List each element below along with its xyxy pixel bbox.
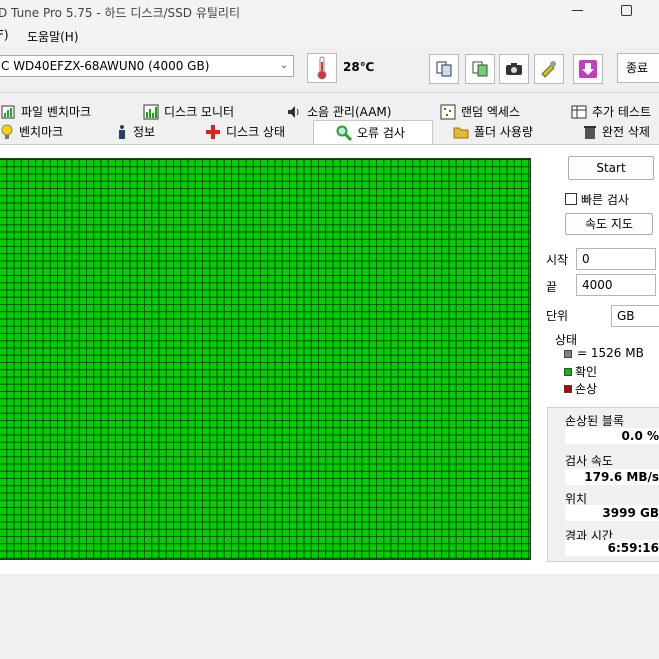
speed-map-button[interactable]: 속도 지도 [565,213,653,235]
tab-file-benchmark[interactable]: 파일 벤치마크 [0,103,91,120]
quick-scan-label: 빠른 검사 [581,193,629,207]
tab-erase[interactable]: 완전 삭제 [583,123,650,140]
elapsed-value: 6:59:16 [565,540,659,556]
start-field-label: 시작 [546,253,569,267]
minimize-icon[interactable] [572,10,583,11]
tab-error-scan[interactable]: 오류 검사 [313,120,433,144]
unit-select[interactable]: GB [611,305,659,327]
tab-label: 디스크 상태 [226,125,286,139]
legend-ok-swatch [564,368,572,376]
copy-text-button[interactable] [465,54,495,84]
tab-label: 디스크 모니터 [164,105,235,119]
menu-help[interactable]: 도움말(H) [27,28,79,45]
tab-label: 오류 검사 [357,126,405,140]
drive-select[interactable]: C WD40EFZX-68AWUN0 (4000 GB) [0,55,294,77]
position-value: 3999 GB [565,505,659,521]
tab-health[interactable]: 디스크 상태 [205,123,285,140]
tab-label: 완전 삭제 [602,125,650,139]
tab-random-access[interactable]: 랜덤 엑세스 [440,103,520,120]
window-title: D Tune Pro 5.75 - 하드 디스크/SSD 유틸리티 [0,6,241,20]
unit-label: 단위 [546,309,569,323]
random-access-icon [440,104,456,119]
magnifier-icon [336,125,352,141]
thermometer-button[interactable] [307,53,337,83]
save-button[interactable] [573,54,603,84]
end-field-label: 끝 [546,280,558,294]
file-benchmark-icon [1,105,15,118]
trash-icon [584,125,596,139]
maximize-icon[interactable] [621,5,632,16]
health-cross-icon [206,124,220,139]
legend-block-size: = 1526 MB [577,346,644,360]
tab-label: 소음 관리(AAM) [307,105,392,119]
temperature-value: 28℃ [343,60,375,74]
tab-label: 정보 [133,125,156,139]
tab-aam[interactable]: 소음 관리(AAM) [286,103,391,120]
chevron-down-icon[interactable]: ⌄ [276,56,292,76]
legend-damaged-label: 손상 [575,382,598,396]
thermometer-icon [317,56,327,80]
damaged-blocks-value: 0.0 % [565,428,659,444]
tab-label: 벤치마크 [19,125,64,139]
legend-damaged-swatch [564,385,572,393]
scan-speed-label: 검사 속도 [565,454,613,468]
exit-button[interactable]: 종료 [617,53,659,83]
tab-extra-tests[interactable]: 추가 테스트 [571,103,651,120]
menu-bar [0,24,659,46]
status-area [0,574,659,659]
legend-ok-label: 확인 [575,365,598,379]
tab-disk-monitor[interactable]: 디스크 모니터 [143,103,234,120]
start-position-input[interactable]: 0 [576,248,656,270]
copy-info-button[interactable] [429,54,459,84]
menu-file[interactable]: F) [0,28,9,42]
options-button[interactable] [534,54,564,84]
scan-speed-value: 179.6 MB/s [565,469,659,485]
tab-folder-usage[interactable]: 폴더 사용량 [453,123,533,140]
tab-label: 파일 벤치마크 [21,105,92,119]
disk-monitor-icon [143,104,159,119]
start-button[interactable]: Start [568,156,654,180]
tab-label: 추가 테스트 [592,105,652,119]
legend-title: 상태 [555,333,578,347]
screenshot-button[interactable] [499,54,529,84]
info-icon [119,124,125,139]
camera-icon [506,63,522,75]
extra-tests-icon [571,105,587,118]
tab-info[interactable]: 정보 [116,123,155,140]
tab-benchmark[interactable]: 벤치마크 [0,123,63,140]
damaged-blocks-label: 손상된 블록 [565,414,625,428]
copy-green-icon [472,61,488,77]
download-arrow-icon [579,60,597,78]
quick-scan-checkbox[interactable] [565,193,577,205]
copy-icon [436,61,452,77]
tools-icon [541,61,556,78]
legend-block-swatch [564,350,572,358]
speaker-icon [288,105,299,118]
tab-label: 폴더 사용량 [474,125,534,139]
tab-label: 랜덤 엑세스 [461,105,521,119]
folder-icon [453,127,469,138]
scan-block-map [0,158,531,560]
benchmark-icon [1,124,13,139]
end-position-input[interactable]: 4000 [576,274,656,296]
